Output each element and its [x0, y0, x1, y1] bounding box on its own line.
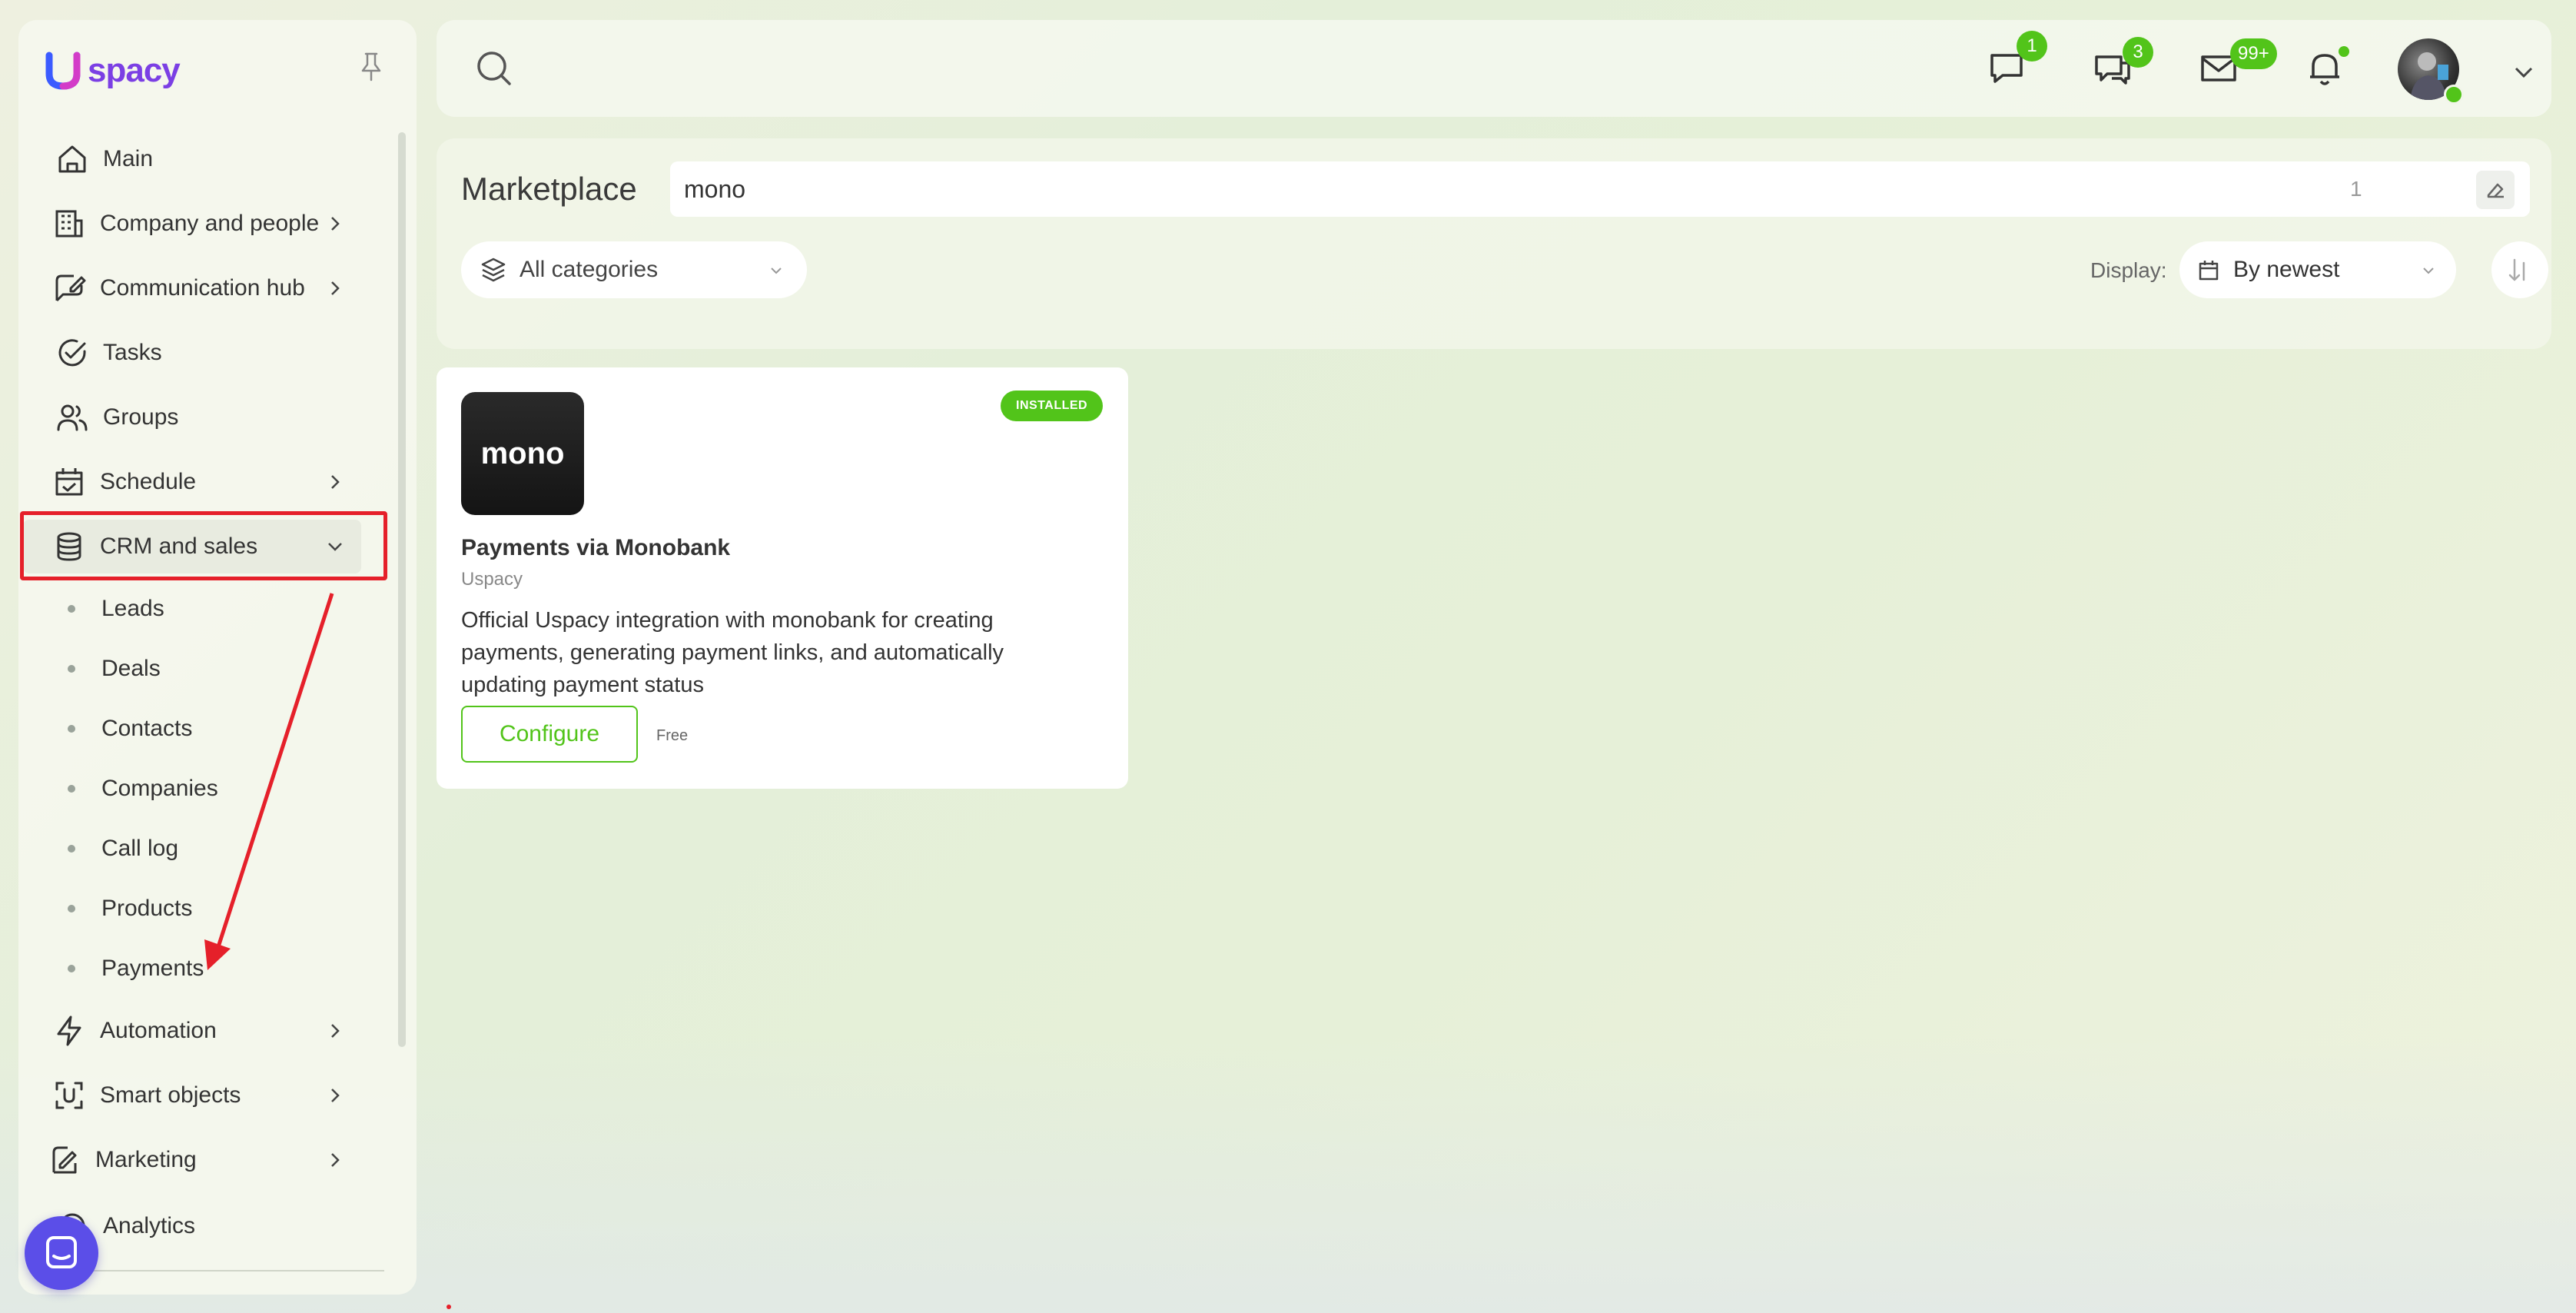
sidebar-item-schedule[interactable]: Schedule: [23, 455, 361, 509]
bullet-dot: [68, 965, 75, 972]
bullet-dot: [68, 785, 75, 793]
bullet-dot: [68, 845, 75, 853]
chat-bubble-icon: [46, 1236, 77, 1268]
check-circle-icon: [58, 339, 86, 367]
chevron-right-icon: [331, 217, 340, 231]
eraser-icon: [2487, 183, 2504, 198]
chat-badge: 1: [2017, 31, 2047, 61]
sidebar-item-label: Communication hub: [100, 275, 305, 301]
bullet-dot: [68, 605, 75, 613]
lightning-icon: [57, 1015, 81, 1046]
marketplace-search-input[interactable]: mono 1: [670, 161, 2530, 217]
bullet-dot: [68, 725, 75, 733]
app-price: Free: [656, 727, 689, 744]
subitem-label: Leads: [101, 596, 164, 621]
sidebar-item-label: Schedule: [100, 469, 197, 494]
sidebar-subitem-companies[interactable]: Companies: [61, 766, 354, 812]
sidebar-subitem-products[interactable]: Products: [61, 886, 354, 932]
calendar-icon: [55, 468, 83, 496]
highlight-box: [20, 511, 387, 580]
marketplace-panel: Marketplace mono 1 All categories Displa…: [437, 138, 2551, 349]
sidebar-divider: [61, 1270, 384, 1271]
sidebar-item-label: Tasks: [103, 340, 162, 365]
bullet-dot: [68, 665, 75, 673]
app-card[interactable]: mono INSTALLED Payments via Monobank Usp…: [437, 367, 1128, 789]
sidebar-item-smart-objects[interactable]: Smart objects: [23, 1069, 361, 1122]
chat-edit-icon: [55, 274, 86, 302]
scan-icon: [55, 1082, 83, 1109]
chevron-down-icon: [771, 268, 782, 274]
sidebar-item-label: Marketing: [95, 1147, 197, 1172]
sidebar-item-main[interactable]: Main: [23, 132, 361, 186]
subitem-label: Deals: [101, 656, 161, 681]
subitem-label: Products: [101, 896, 193, 921]
app-logo: mono: [461, 392, 584, 515]
home-icon: [58, 145, 86, 173]
chevron-right-icon: [331, 1153, 340, 1167]
sidebar-item-label: Automation: [100, 1018, 217, 1043]
sidebar-scrollbar[interactable]: [398, 132, 406, 1047]
sidebar-subitem-call-log[interactable]: Call log: [61, 826, 354, 872]
chevron-right-icon: [331, 1089, 340, 1102]
sidebar-item-label: Main: [103, 146, 154, 171]
users-icon: [57, 404, 88, 431]
chevron-right-icon: [331, 475, 340, 489]
megaphone-icon: [52, 1146, 77, 1174]
clear-search-button[interactable]: [2476, 171, 2515, 209]
logo-text: spacy: [88, 52, 181, 89]
sidebar-item-communication-hub[interactable]: Communication hub: [23, 261, 361, 315]
configure-button[interactable]: Configure: [461, 706, 638, 763]
page-title: Marketplace: [461, 171, 637, 207]
sidebar-item-label: Groups: [103, 404, 179, 430]
building-icon: [55, 210, 83, 238]
sidebar-item-groups[interactable]: Groups: [23, 391, 361, 444]
sort-descending-icon: [2508, 258, 2525, 281]
logo-u-icon: [45, 52, 81, 90]
sidebar-subitem-payments[interactable]: Payments: [61, 946, 354, 992]
chevron-right-icon: [331, 281, 340, 295]
sidebar-item-company-and-people[interactable]: Company and people: [23, 197, 361, 251]
subitem-label: Companies: [101, 776, 218, 801]
status-badge: INSTALLED: [1001, 391, 1104, 421]
sort-direction-button[interactable]: [2491, 241, 2548, 298]
chevron-right-icon: [331, 1024, 340, 1038]
sidebar-item-tasks[interactable]: Tasks: [23, 326, 361, 380]
notification-dot: [2339, 46, 2349, 57]
sidebar-item-label: Company and people: [100, 211, 320, 236]
chevron-down-icon: [2423, 268, 2434, 274]
sidebar-item-label: Analytics: [103, 1213, 196, 1238]
sidebar-item-automation[interactable]: Automation: [23, 1004, 361, 1058]
sidebar-item-marketing[interactable]: Marketing: [23, 1133, 361, 1187]
display-label: Display:: [2090, 258, 2167, 282]
pin-icon[interactable]: [354, 49, 389, 85]
search-icon[interactable]: [473, 48, 515, 89]
topbar: 1 3 99+: [437, 20, 2551, 117]
sidebar-item-label: Smart objects: [100, 1082, 241, 1108]
sort-select[interactable]: By newest: [2179, 241, 2456, 298]
subitem-label: Call log: [101, 836, 179, 861]
calendar-icon: [2199, 261, 2219, 281]
support-chat-button[interactable]: [25, 1216, 98, 1290]
layers-icon: [481, 258, 506, 282]
online-status-dot: [2444, 85, 2464, 105]
subitem-label: Contacts: [101, 716, 193, 741]
result-count: 1: [2350, 177, 2362, 201]
app-name[interactable]: Payments via Monobank: [461, 535, 730, 561]
subitem-label: Payments: [101, 956, 204, 981]
category-value: All categories: [520, 257, 659, 282]
sidebar-subitem-contacts[interactable]: Contacts: [61, 706, 354, 752]
app-description: Official Uspacy integration with monoban…: [461, 608, 1004, 697]
mail-badge: 99+: [2230, 38, 2277, 69]
category-select[interactable]: All categories: [461, 241, 807, 298]
app-vendor: Uspacy: [461, 569, 523, 590]
sort-value: By newest: [2233, 257, 2340, 282]
search-value: mono: [684, 175, 746, 203]
sidebar-subitem-deals[interactable]: Deals: [61, 646, 354, 692]
sidebar-subitem-leads[interactable]: Leads: [61, 586, 354, 632]
uspacy-logo[interactable]: spacy: [41, 49, 181, 92]
discussions-badge: 3: [2123, 37, 2153, 68]
bullet-dot: [68, 905, 75, 912]
chevron-down-icon[interactable]: [2508, 57, 2539, 88]
